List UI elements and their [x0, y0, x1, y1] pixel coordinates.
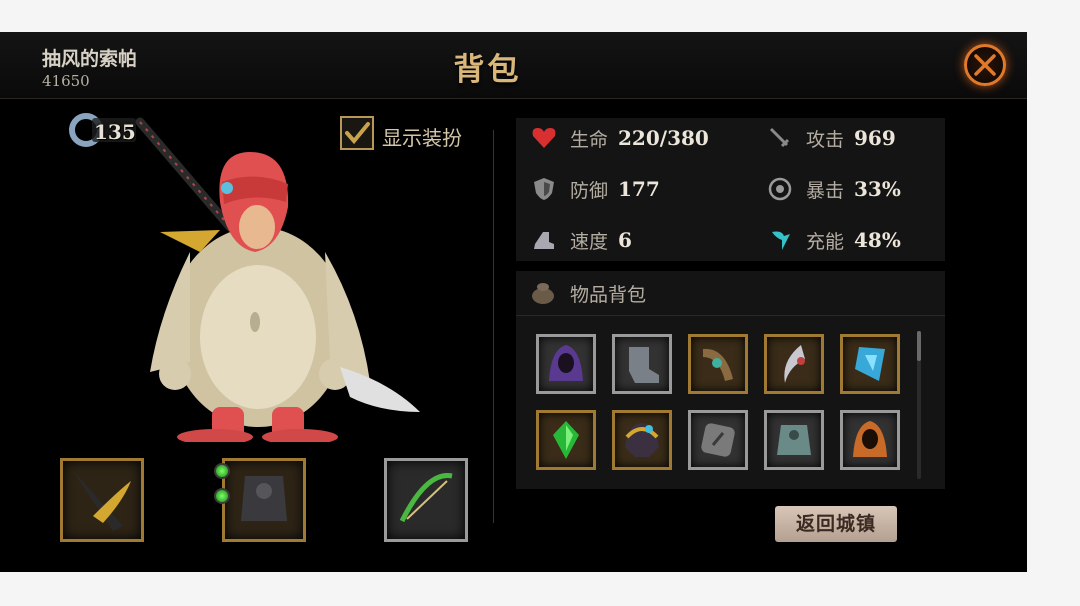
stat-crit: 暴击 33% [766, 174, 901, 204]
steel-armor-icon [777, 425, 811, 455]
bag-icon [532, 283, 554, 304]
character-level: 135 [94, 120, 136, 144]
page-title: 背包 [453, 52, 522, 88]
green-gem-icon [553, 421, 579, 459]
heart-icon [530, 124, 558, 152]
orange-hood-icon [853, 421, 887, 457]
accessory-slot[interactable] [384, 458, 468, 542]
close-button[interactable] [964, 44, 1006, 86]
inventory-item-purple-hood[interactable] [536, 334, 596, 394]
panel-divider [493, 130, 494, 523]
stat-label: 速度 [570, 230, 609, 253]
inventory-item-orange-hood[interactable] [840, 410, 900, 470]
stat-value: 969 [854, 126, 896, 150]
close-icon [974, 54, 996, 76]
scroll-icon [703, 348, 733, 381]
inventory-item-gold-helmet[interactable] [612, 410, 672, 470]
inventory-item-crescent-blade[interactable] [764, 334, 824, 394]
purple-hood-icon [549, 345, 583, 381]
stat-value: 48% [854, 228, 901, 252]
stat-hp: 生命 220/380 [530, 123, 709, 153]
scroll-thumb[interactable] [917, 331, 921, 361]
stat-label: 暴击 [806, 179, 845, 202]
checkmark-icon [345, 122, 370, 145]
inventory-item-steel-armor[interactable] [764, 410, 824, 470]
weapon-slot[interactable] [60, 458, 144, 542]
inventory-scrollbar[interactable] [917, 331, 921, 479]
dark-armor-icon [241, 476, 287, 521]
green-gem-socket-icon [214, 488, 230, 504]
stat-speed: 速度 6 [530, 225, 632, 255]
crit-icon [766, 175, 794, 203]
crescent-blade-icon [784, 345, 805, 383]
sword-icon [766, 124, 794, 152]
iron-boot-icon [629, 347, 659, 383]
stat-label: 攻击 [806, 128, 845, 151]
blade-weapon-icon [73, 471, 131, 531]
stat-energy: 充能 48% [766, 225, 901, 255]
stat-attack: 攻击 969 [766, 123, 896, 153]
inventory-item-iron-boot[interactable] [612, 334, 672, 394]
blue-crystal-icon [855, 347, 885, 381]
stone-rune-icon [701, 423, 735, 457]
game-screen: 抽风的索帕 41650 背包 135 显示装扮 生命 220/380 攻击 96… [0, 32, 1027, 572]
header-bar: 抽风的索帕 41650 背包 [0, 32, 1027, 99]
green-gem-socket-icon [214, 463, 230, 479]
boot-icon [530, 226, 558, 254]
stat-value: 177 [618, 177, 660, 201]
show-costume-label[interactable]: 显示装扮 [382, 122, 462, 151]
return-to-town-button[interactable]: 返回城镇 [775, 506, 897, 542]
stat-value: 220/380 [618, 126, 709, 150]
inventory-item-stone-rune[interactable] [688, 410, 748, 470]
stat-label: 充能 [806, 230, 845, 253]
green-bow-icon [399, 473, 453, 523]
show-costume-checkbox[interactable] [340, 116, 374, 150]
inventory-title: 物品背包 [570, 284, 647, 306]
gold-helmet-icon [625, 423, 659, 457]
inventory-item-scroll[interactable] [688, 334, 748, 394]
inventory-panel: 物品背包 [516, 271, 945, 489]
stat-label: 防御 [570, 179, 609, 202]
inventory-item-green-gem[interactable] [536, 410, 596, 470]
shield-icon [530, 175, 558, 203]
stats-panel: 生命 220/380 攻击 969 防御 177 暴击 33% 速度 6 充能 … [516, 118, 945, 261]
stat-label: 生命 [570, 128, 609, 151]
energy-icon [766, 226, 794, 254]
character-model[interactable] [120, 112, 430, 442]
inventory-header: 物品背包 [516, 271, 945, 316]
inventory-item-blue-crystal[interactable] [840, 334, 900, 394]
stat-defense: 防御 177 [530, 174, 660, 204]
stat-value: 6 [618, 228, 632, 252]
stat-value: 33% [854, 177, 901, 201]
armor-slot[interactable] [222, 458, 306, 542]
